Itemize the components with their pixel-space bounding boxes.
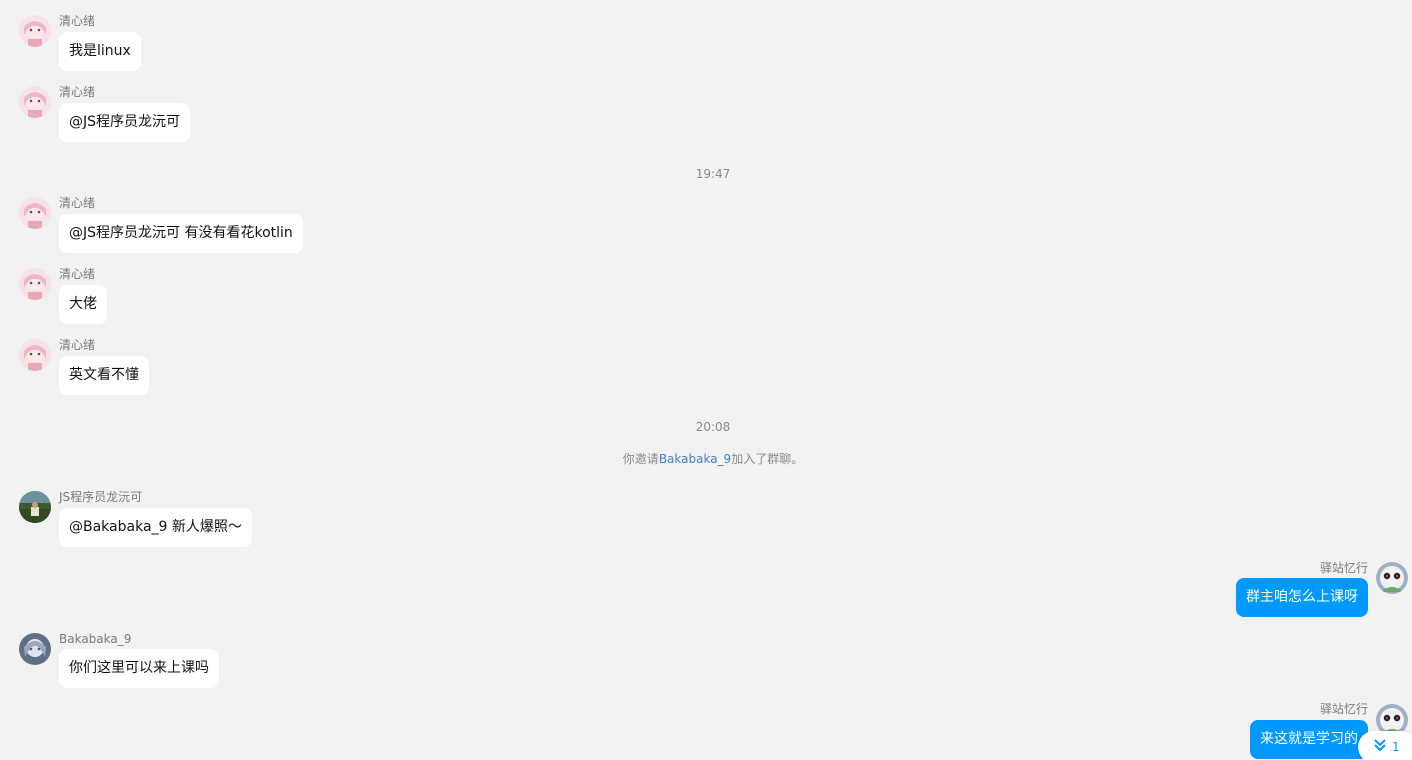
sender-avatar[interactable]: [19, 339, 51, 371]
sender-avatar[interactable]: [19, 633, 51, 665]
message-bubble[interactable]: 你们这里可以来上课吗: [59, 649, 219, 688]
message-bubble[interactable]: 我是linux: [59, 32, 141, 71]
sender-avatar[interactable]: [19, 197, 51, 229]
double-chevron-down-icon: [1374, 732, 1386, 760]
system-notice-user-link[interactable]: Bakabaka_9: [659, 452, 731, 466]
time-separator: 20:08: [695, 420, 731, 434]
self-message-bubble[interactable]: 来这就是学习的: [1250, 720, 1368, 759]
sender-avatar[interactable]: [19, 86, 51, 118]
system-notice: 你邀请Bakabaka_9加入了群聊。: [0, 451, 1412, 467]
sender-avatar[interactable]: [19, 15, 51, 47]
system-notice-suffix: 加入了群聊。: [731, 452, 804, 466]
system-notice-prefix: 你邀请: [622, 452, 659, 466]
new-message-indicator-button[interactable]: 1: [1358, 731, 1412, 760]
message-bubble[interactable]: 大佬: [59, 285, 107, 324]
time-separator: 19:47: [695, 167, 731, 181]
sender-avatar[interactable]: [19, 268, 51, 300]
self-message-group: 驿站忆行: [1320, 701, 1368, 717]
message-bubble[interactable]: @JS程序员龙沅可: [59, 103, 191, 142]
self-message-bubble[interactable]: 群主咱怎么上课呀: [1236, 578, 1368, 617]
self-message-group: 驿站忆行: [1320, 560, 1368, 576]
new-message-count: 1: [1392, 740, 1400, 754]
self-avatar[interactable]: [1376, 562, 1408, 594]
message-bubble[interactable]: 英文看不懂: [59, 356, 149, 395]
sender-name: Bakabaka_9: [59, 632, 132, 646]
sender-name: 清心绪: [59, 338, 96, 352]
message-bubble[interactable]: @Bakabaka_9 新人爆照～: [59, 508, 252, 547]
sender-name: 清心绪: [59, 267, 96, 281]
sender-name: 清心绪: [59, 196, 96, 210]
message-bubble[interactable]: @JS程序员龙沅可 有没有看花kotlin: [59, 214, 303, 253]
sender-name: 驿站忆行: [1319, 702, 1368, 716]
sender-name: 驿站忆行: [1319, 561, 1368, 575]
chat-message-list[interactable]: 清心绪 我是linux 清心绪 @JS程序员龙沅可 19:47 清心绪 @JS程…: [0, 0, 1412, 760]
sender-name: JS程序员龙沅可: [59, 490, 143, 504]
sender-name: 清心绪: [59, 14, 96, 28]
sender-avatar[interactable]: [19, 491, 51, 523]
sender-name: 清心绪: [59, 85, 96, 99]
